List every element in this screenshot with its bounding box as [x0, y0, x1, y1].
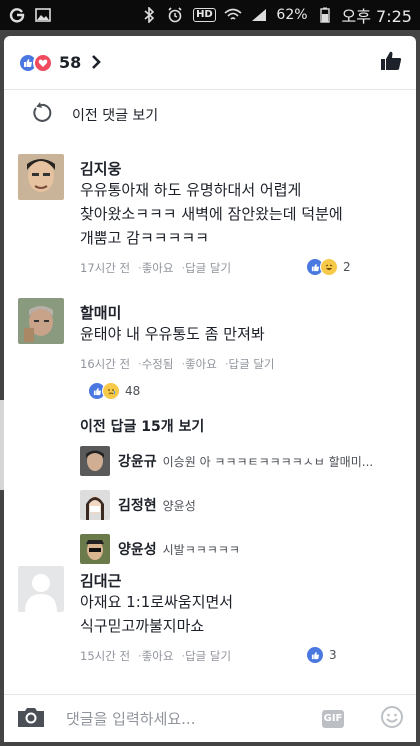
- app-g-icon: [8, 7, 26, 23]
- avatar[interactable]: [18, 298, 64, 344]
- clock: 오후 7:25: [341, 7, 412, 26]
- view-previous-replies-button[interactable]: 이전 답글 15개 보기: [80, 416, 204, 436]
- view-previous-comments-button[interactable]: 이전 댓글 보기: [4, 90, 416, 140]
- reply-button[interactable]: 답글 달기: [229, 356, 275, 372]
- comment-reactions[interactable]: 3: [306, 646, 337, 664]
- edited-label: 수정됨: [141, 357, 174, 371]
- comments-sheet: 58 이전 댓글 보기 김지웅 우유통아재 하도 유명하대서 어렵게 찾아왔소ㅋ…: [4, 36, 416, 742]
- reply-button[interactable]: 답글 달기: [185, 260, 231, 276]
- reply-button[interactable]: 답글 달기: [185, 648, 231, 664]
- gif-button[interactable]: GIF: [322, 709, 344, 728]
- like-comment-button[interactable]: 좋아요: [142, 260, 174, 276]
- reply-author[interactable]: 양윤성: [118, 539, 157, 559]
- battery-icon: [316, 7, 334, 23]
- comment-text: 우유통아재 하도 유명하대서 어렵게 찾아왔소ㅋㅋㅋ 새벽에 잠안왔는데 덕분에…: [80, 181, 343, 247]
- signal-icon: [250, 7, 268, 23]
- bluetooth-icon: [140, 7, 158, 23]
- comment-author[interactable]: 김대근: [80, 570, 121, 591]
- reply-item: 김정현 양윤성: [80, 490, 196, 520]
- battery-percent: 62%: [276, 7, 308, 23]
- comment-time: 15시간 전: [80, 649, 131, 663]
- reply-author[interactable]: 강윤규: [118, 451, 157, 471]
- comment-author[interactable]: 할매미: [80, 302, 121, 323]
- like-comment-button[interactable]: 좋아요: [142, 648, 174, 664]
- wifi-icon: [224, 7, 242, 23]
- alarm-icon: [166, 7, 184, 23]
- reaction-count: 2: [343, 260, 351, 274]
- reaction-count: 3: [329, 648, 337, 662]
- camera-icon[interactable]: [16, 705, 46, 733]
- love-reaction-icon: [33, 52, 53, 73]
- comment-text: 윤태야 내 우유통도 좀 만져봐: [80, 325, 265, 343]
- reply-author[interactable]: 김정현: [118, 495, 157, 515]
- avatar[interactable]: [80, 534, 110, 564]
- comment-reactions[interactable]: 2: [306, 258, 351, 276]
- reactions-summary[interactable]: 58: [4, 36, 416, 90]
- comment-meta: 17시간 전 · 좋아요 · 답글 달기: [80, 260, 232, 276]
- status-bar: HD 62% 오후 7:25: [0, 0, 420, 30]
- like-reaction-icon: [306, 646, 324, 664]
- avatar[interactable]: [18, 154, 64, 200]
- chevron-right-icon: [91, 51, 102, 75]
- avatar[interactable]: [18, 566, 64, 612]
- comment-author[interactable]: 김지웅: [80, 158, 121, 179]
- reaction-icons: [18, 52, 53, 73]
- emoji-icon[interactable]: [380, 705, 404, 733]
- comment-reactions[interactable]: 48: [88, 382, 140, 400]
- reaction-count: 48: [125, 384, 141, 398]
- avatar[interactable]: [80, 446, 110, 476]
- view-previous-comments-label: 이전 댓글 보기: [72, 108, 159, 124]
- hd-icon: HD: [192, 7, 216, 23]
- reaction-count: 58: [59, 53, 82, 72]
- comment-input[interactable]: 댓글을 입력하세요...: [66, 708, 322, 729]
- reply-text: 이승원 아 ㅋㅋㅋㅌㅋㅋㅋㅋㅅㅂ 할매미...: [162, 454, 374, 469]
- like-comment-button[interactable]: 좋아요: [185, 356, 217, 372]
- like-post-button[interactable]: [380, 50, 402, 76]
- reply-item: 양윤성 시발ㅋㅋㅋㅋㅋ: [80, 534, 240, 564]
- comment-time: 17시간 전: [80, 261, 131, 275]
- comment-meta: 16시간 전 · 수정됨 · 좋아요 · 답글 달기: [80, 356, 275, 372]
- sad-reaction-icon: [102, 382, 120, 400]
- comment-input-bar: 댓글을 입력하세요... GIF: [4, 694, 416, 742]
- gallery-icon: [34, 7, 52, 23]
- reply-text: 시발ㅋㅋㅋㅋㅋ: [162, 542, 240, 557]
- avatar[interactable]: [80, 490, 110, 520]
- comment-time: 16시간 전: [80, 357, 131, 371]
- reply-text: 양윤성: [162, 498, 196, 513]
- haha-reaction-icon: [320, 258, 338, 276]
- reply-item: 강윤규 이승원 아 ㅋㅋㅋㅌㅋㅋㅋㅋㅅㅂ 할매미...: [80, 446, 373, 476]
- comment-meta: 15시간 전 · 좋아요 · 답글 달기: [80, 648, 232, 664]
- refresh-icon: [30, 102, 52, 128]
- comment-text: 아재요 1:1로싸움지면서 식구믿고까불지마쇼: [80, 593, 234, 635]
